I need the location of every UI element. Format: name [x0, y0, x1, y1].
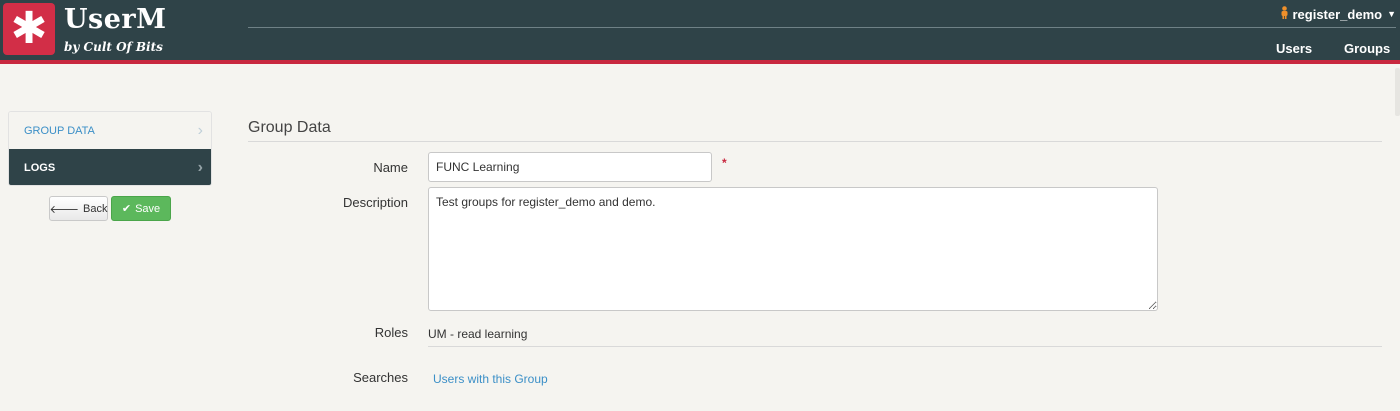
description-textarea[interactable]: Test groups for register_demo and demo.: [428, 187, 1158, 311]
roles-divider: [428, 346, 1382, 347]
name-label: Name: [373, 160, 408, 175]
sidebar-item-logs[interactable]: LOGS ›: [9, 149, 211, 185]
arrow-left-icon: 🡐: [49, 203, 80, 216]
chevron-right-icon: ›: [197, 121, 203, 139]
top-bar: [0, 0, 1400, 60]
username-label: register_demo: [1292, 6, 1383, 22]
users-with-group-link[interactable]: Users with this Group: [433, 372, 548, 386]
brand-title[interactable]: UserM: [64, 4, 167, 35]
sidebar-item-group-data[interactable]: GROUP DATA ›: [9, 112, 211, 149]
required-marker: *: [722, 156, 727, 170]
save-button[interactable]: ✔ Save: [111, 196, 171, 221]
searches-label: Searches: [353, 370, 408, 385]
roles-label: Roles: [374, 325, 408, 340]
sidebar-item-label: GROUP DATA: [24, 124, 95, 137]
description-label: Description: [342, 195, 408, 210]
sidebar-menu: GROUP DATA › LOGS ›: [8, 111, 212, 186]
scrollbar-thumb[interactable]: [1395, 68, 1400, 116]
top-bar-accent-line: [0, 60, 1400, 64]
header-divider: [248, 27, 1396, 28]
nav-groups[interactable]: Groups: [1344, 41, 1390, 56]
logo-asterisk-icon[interactable]: ✱: [3, 3, 55, 55]
back-button-label: Back: [83, 202, 108, 215]
person-icon: [1280, 6, 1289, 22]
brand-subtitle: by Cult Of Bits: [64, 40, 163, 54]
user-menu[interactable]: register_demo ▼: [1280, 6, 1396, 22]
section-title: Group Data: [248, 119, 331, 136]
chevron-right-icon: ›: [197, 159, 203, 176]
save-button-label: Save: [135, 202, 161, 215]
nav-users[interactable]: Users: [1276, 41, 1312, 56]
scrollbar-track[interactable]: [1392, 64, 1400, 411]
caret-down-icon: ▼: [1387, 9, 1396, 19]
back-button[interactable]: 🡐 Back: [49, 196, 108, 221]
section-divider: [248, 141, 1382, 142]
name-input[interactable]: [428, 152, 712, 182]
roles-value: UM - read learning: [428, 327, 528, 341]
check-icon: ✔: [121, 203, 132, 215]
sidebar-item-label: LOGS: [24, 162, 56, 174]
